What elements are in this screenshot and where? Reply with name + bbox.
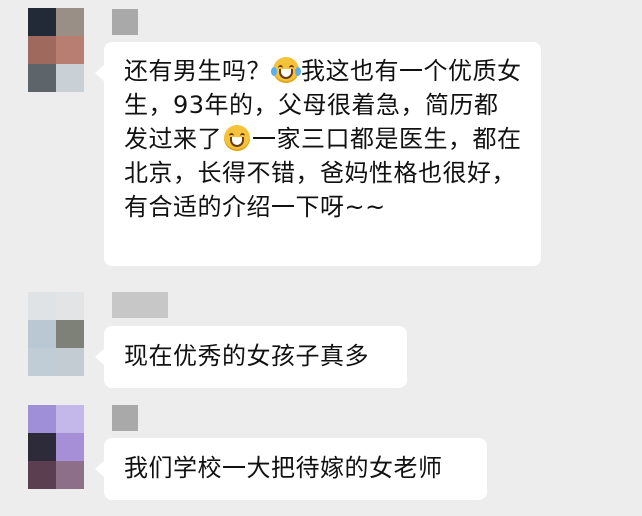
avatar-pixel: [56, 8, 84, 36]
message-text: 还有男生吗？: [124, 57, 271, 85]
message-text: 现在优秀的女孩子真多: [124, 342, 369, 370]
avatar-pixel: [56, 36, 84, 64]
avatar-pixel: [28, 433, 56, 461]
chat-view: 还有男生吗？ 我这也有一个优质女生，93年的，父母很着急，简历都发过来了 一家三口都…: [0, 0, 642, 516]
avatar-pixel: [56, 292, 84, 320]
avatar-pixel: [56, 433, 84, 461]
sender-name-blurred: [112, 9, 138, 35]
avatar-pixel: [28, 405, 56, 433]
avatar-pixel: [28, 461, 56, 489]
grinning-face-icon: [224, 125, 250, 151]
avatar-pixel: [28, 8, 56, 36]
avatar-pixel: [56, 348, 84, 376]
avatar-pixel: [56, 320, 84, 348]
message-bubble[interactable]: 现在优秀的女孩子真多: [95, 326, 407, 388]
avatar[interactable]: [28, 405, 84, 489]
avatar-pixel: [56, 64, 84, 92]
avatar-pixel: [56, 461, 84, 489]
avatar-pixel: [28, 320, 56, 348]
avatar[interactable]: [28, 8, 84, 92]
tears-of-joy-icon: [271, 57, 301, 83]
avatar-pixel: [28, 348, 56, 376]
sender-name-blurred: [112, 405, 138, 431]
avatar[interactable]: [28, 292, 84, 376]
message-bubble[interactable]: 还有男生吗？ 我这也有一个优质女生，93年的，父母很着急，简历都发过来了 一家三口都…: [95, 42, 541, 266]
message-text: 我们学校一大把待嫁的女老师: [124, 454, 443, 482]
avatar-pixel: [28, 36, 56, 64]
sender-name-blurred: [112, 292, 168, 318]
message-bubble[interactable]: 我们学校一大把待嫁的女老师: [95, 438, 487, 500]
avatar-pixel: [28, 64, 56, 92]
avatar-pixel: [28, 292, 56, 320]
avatar-pixel: [56, 405, 84, 433]
